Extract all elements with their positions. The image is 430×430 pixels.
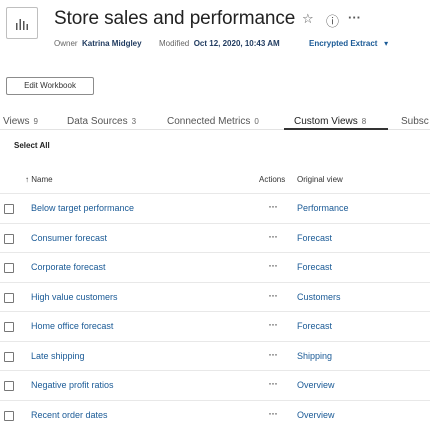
workbook-thumbnail-icon: [6, 7, 38, 39]
modified-label: Modified: [159, 39, 190, 48]
row-checkbox[interactable]: [4, 411, 14, 421]
actions-column-header: Actions: [259, 175, 286, 184]
table-row: Home office forecast ··· Forecast: [0, 311, 430, 341]
info-icon[interactable]: ⓘ: [326, 11, 339, 30]
tab-label: Connected Metrics: [167, 116, 251, 127]
tab-label: Subsc: [401, 116, 429, 127]
custom-view-name[interactable]: Late shipping: [31, 351, 85, 361]
original-view-link[interactable]: Performance: [297, 203, 349, 213]
owner-label: Owner: [54, 39, 78, 48]
original-view-link[interactable]: Overview: [297, 410, 335, 420]
table-row: Negative profit ratios ··· Overview: [0, 370, 430, 400]
active-tab-indicator: [284, 128, 388, 130]
custom-view-name[interactable]: Home office forecast: [31, 321, 113, 331]
chevron-down-icon[interactable]: ▾: [384, 39, 388, 48]
row-checkbox[interactable]: [4, 322, 14, 332]
custom-view-name[interactable]: Consumer forecast: [31, 233, 107, 243]
row-checkbox[interactable]: [4, 204, 14, 214]
row-checkbox[interactable]: [4, 381, 14, 391]
row-checkbox[interactable]: [4, 293, 14, 303]
extract-label[interactable]: Encrypted Extract: [309, 39, 377, 48]
more-actions-icon[interactable]: ···: [268, 258, 278, 272]
custom-view-name[interactable]: High value customers: [31, 292, 118, 302]
custom-view-name[interactable]: Corporate forecast: [31, 262, 106, 272]
owner-meta: Owner Katrina Midgley: [54, 39, 142, 48]
page-title: Store sales and performance: [54, 8, 296, 29]
extract-dropdown[interactable]: Encrypted Extract ▾: [309, 39, 388, 48]
edit-workbook-button[interactable]: Edit Workbook: [6, 77, 94, 95]
tab-label: Data Sources: [67, 116, 128, 127]
name-column-header[interactable]: ↑ Name: [25, 175, 53, 184]
more-actions-icon[interactable]: ···: [268, 317, 278, 331]
custom-view-name[interactable]: Recent order dates: [31, 410, 108, 420]
original-view-link[interactable]: Shipping: [297, 351, 332, 361]
tab-label: Views: [3, 116, 30, 127]
tab-count: 8: [361, 117, 367, 126]
row-checkbox[interactable]: [4, 234, 14, 244]
original-view-link[interactable]: Overview: [297, 380, 335, 390]
tab-views[interactable]: Views 9: [3, 116, 38, 127]
favorite-star-icon[interactable]: ☆: [302, 11, 314, 27]
table-row: Late shipping ··· Shipping: [0, 341, 430, 371]
custom-view-name[interactable]: Below target performance: [31, 203, 134, 213]
more-actions-icon[interactable]: ···: [268, 406, 278, 420]
select-all-button[interactable]: Select All: [14, 141, 50, 150]
tab-subscriptions[interactable]: Subsc: [401, 116, 429, 127]
original-view-link[interactable]: Customers: [297, 292, 341, 302]
original-view-link[interactable]: Forecast: [297, 233, 332, 243]
more-actions-icon[interactable]: ···: [268, 199, 278, 213]
modified-date: Oct 12, 2020, 10:43 AM: [193, 39, 280, 48]
row-checkbox[interactable]: [4, 263, 14, 273]
original-view-column-header: Original view: [297, 175, 343, 184]
more-actions-icon[interactable]: ···: [268, 229, 278, 243]
tab-label: Custom Views: [294, 116, 358, 127]
owner-name: Katrina Midgley: [82, 39, 142, 48]
more-actions-icon[interactable]: ···: [268, 347, 278, 361]
more-actions-icon[interactable]: ···: [268, 288, 278, 302]
table-row: Corporate forecast ··· Forecast: [0, 252, 430, 282]
modified-meta: Modified Oct 12, 2020, 10:43 AM: [159, 39, 280, 48]
original-view-link[interactable]: Forecast: [297, 321, 332, 331]
table-row: Consumer forecast ··· Forecast: [0, 223, 430, 253]
table-row: Below target performance ··· Performance: [0, 193, 430, 223]
table-row: High value customers ··· Customers: [0, 282, 430, 312]
more-actions-icon[interactable]: ···: [348, 10, 361, 25]
original-view-link[interactable]: Forecast: [297, 262, 332, 272]
custom-view-name[interactable]: Negative profit ratios: [31, 380, 114, 390]
tab-count: 3: [131, 117, 137, 126]
tab-custom-views[interactable]: Custom Views 8: [294, 116, 366, 127]
tab-connected-metrics[interactable]: Connected Metrics 0: [167, 116, 259, 127]
table-row: Recent order dates ··· Overview: [0, 400, 430, 430]
more-actions-icon[interactable]: ···: [268, 376, 278, 390]
tab-count: 9: [33, 117, 38, 126]
tab-count: 0: [254, 117, 259, 126]
tab-data-sources[interactable]: Data Sources 3: [67, 116, 136, 127]
row-checkbox[interactable]: [4, 352, 14, 362]
